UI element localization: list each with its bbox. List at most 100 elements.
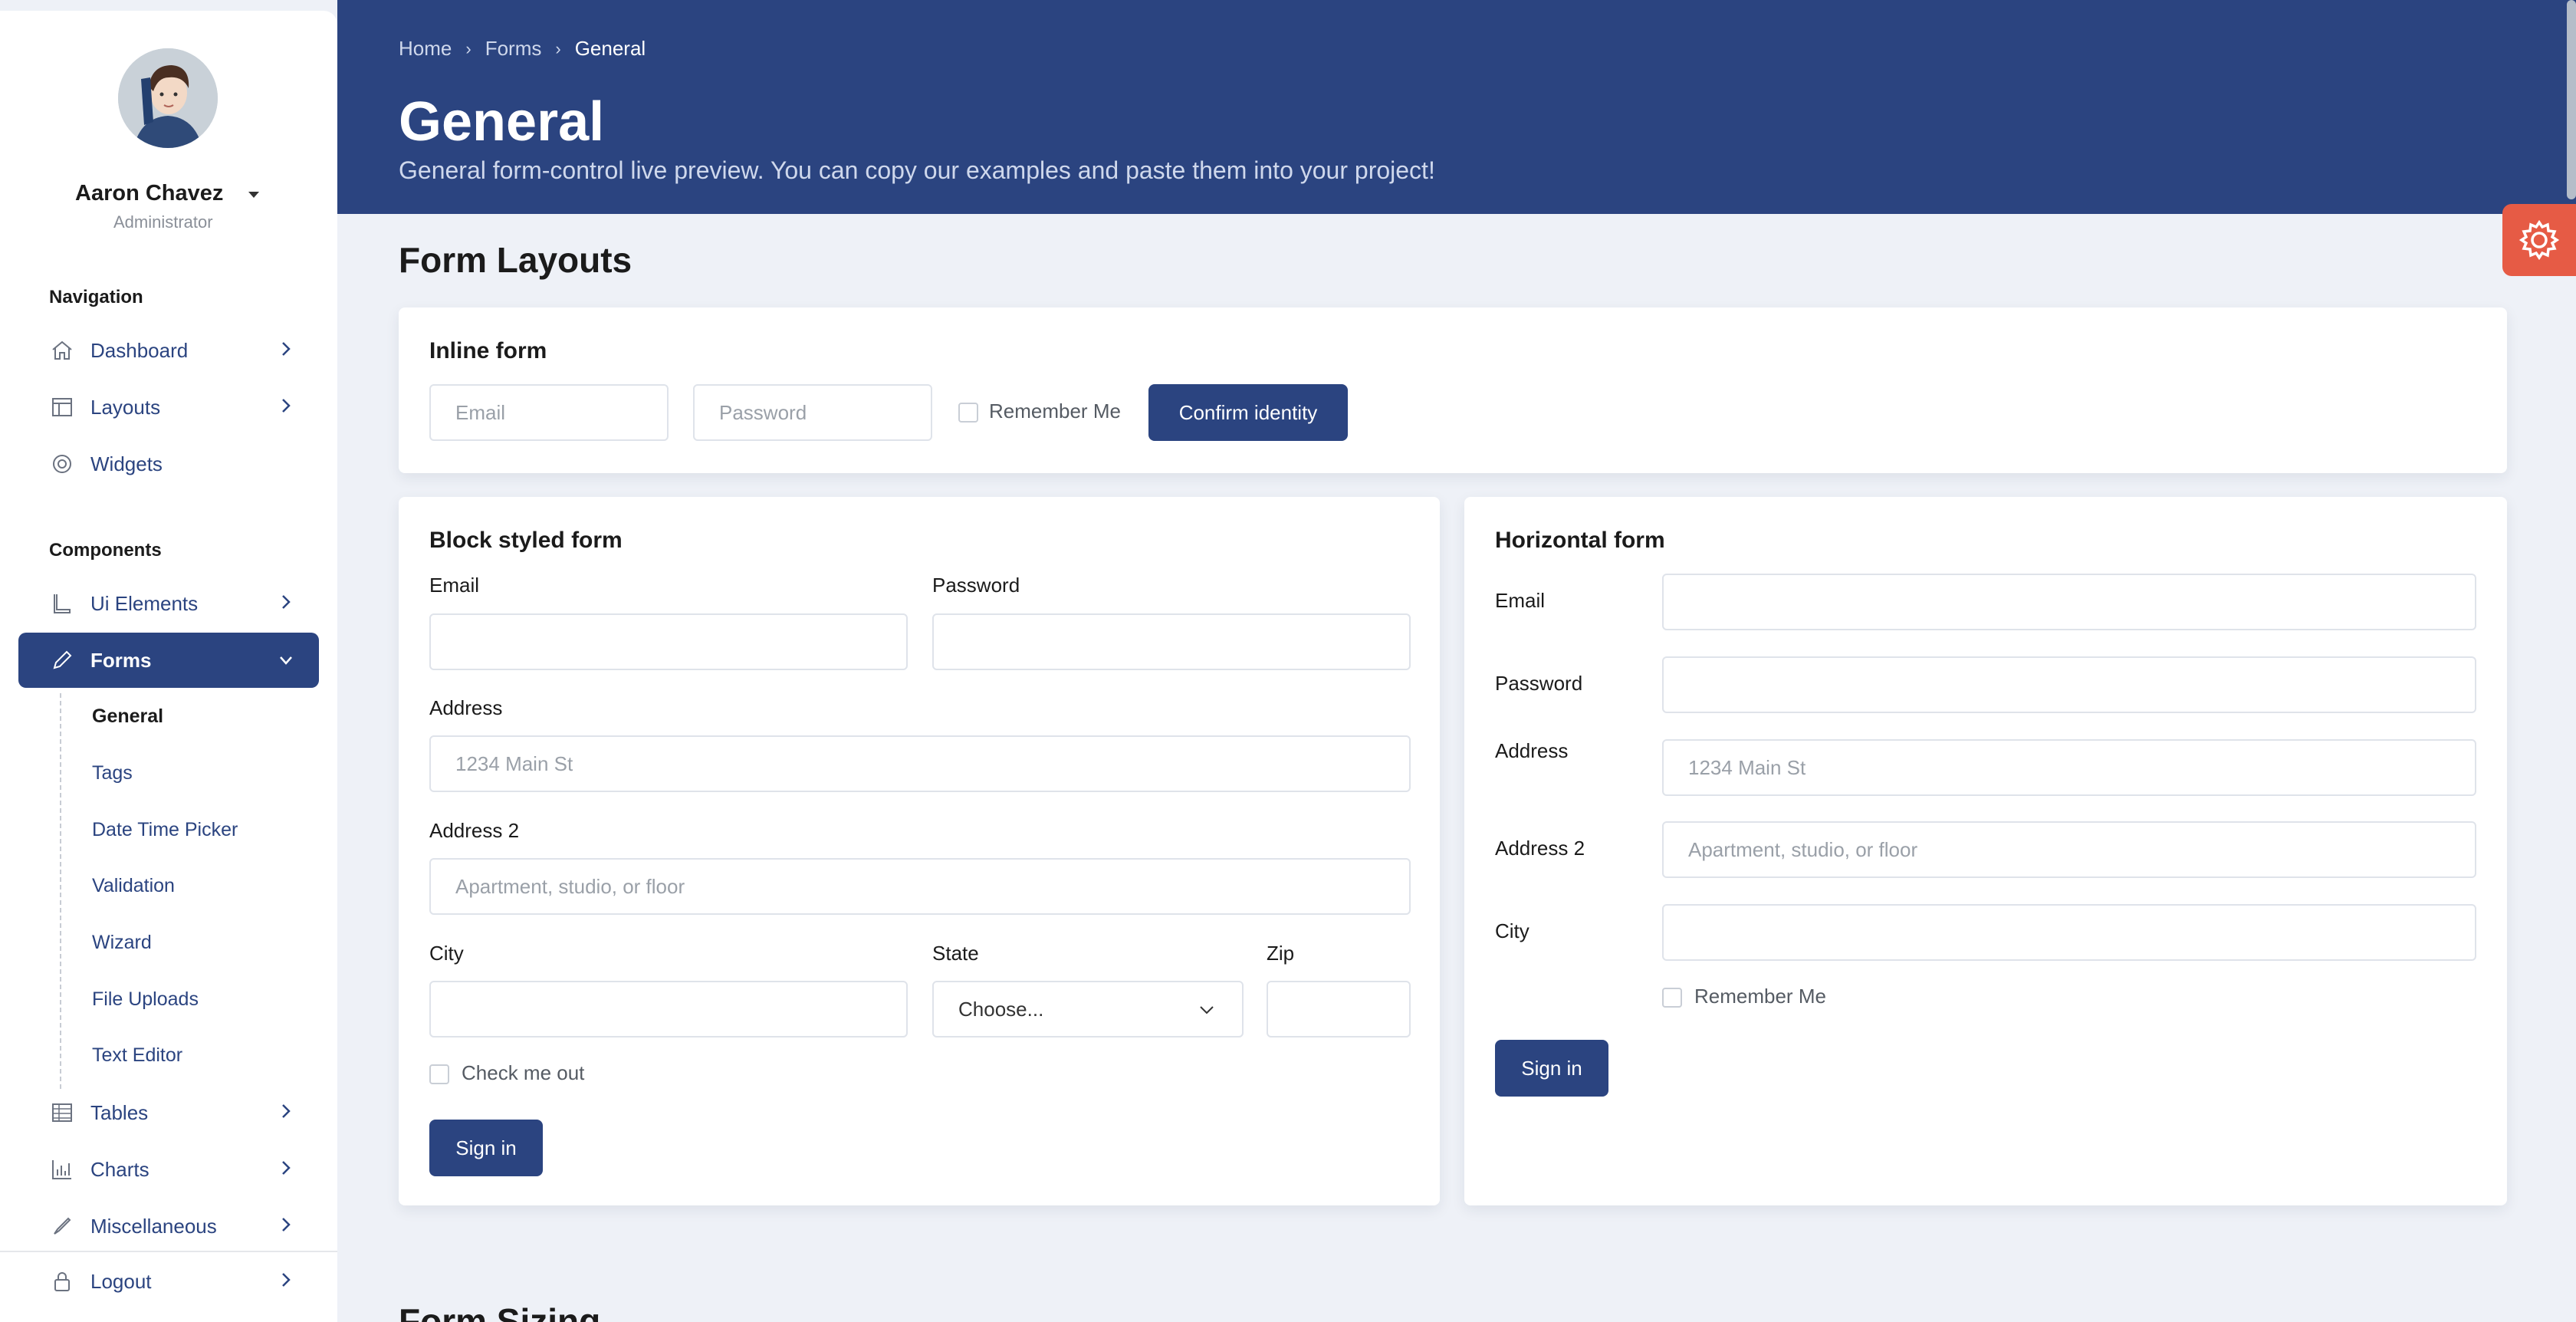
avatar[interactable]	[118, 48, 218, 148]
state-select[interactable]: Choose...	[932, 981, 1244, 1038]
city-label: City	[429, 942, 464, 965]
pencil-icon	[49, 647, 75, 673]
sidebar-item-logout[interactable]: Logout	[18, 1254, 319, 1309]
components-section-title: Components	[49, 540, 162, 561]
lock-icon	[49, 1268, 75, 1294]
card-title: Inline form	[429, 338, 547, 363]
sidebar-item-label: Miscellaneous	[90, 1214, 217, 1238]
sub-item-date-time-picker[interactable]: Date Time Picker	[92, 819, 238, 841]
user-menu-caret-icon[interactable]	[248, 192, 259, 198]
block-address-input[interactable]	[429, 735, 1411, 792]
scrollbar[interactable]	[2567, 0, 2576, 199]
chevron-right-icon	[282, 342, 291, 356]
check-me-out-label[interactable]: Check me out	[462, 1061, 584, 1085]
brush-icon	[49, 1213, 75, 1239]
chevron-right-icon: ›	[465, 38, 472, 58]
block-password-input[interactable]	[932, 613, 1411, 670]
chevron-right-icon	[282, 1161, 291, 1175]
sidebar-item-charts[interactable]: Charts	[18, 1142, 319, 1197]
chevron-right-icon	[282, 1273, 291, 1287]
avatar-icon	[118, 48, 218, 148]
card-title: Horizontal form	[1495, 528, 1665, 553]
sidebar-item-forms[interactable]: Forms	[18, 633, 319, 688]
address2-label: Address 2	[1495, 837, 1585, 860]
breadcrumb-home[interactable]: Home	[399, 37, 452, 61]
state-select-value: Choose...	[958, 997, 1044, 1021]
breadcrumb-forms[interactable]: Forms	[485, 37, 542, 61]
state-label: State	[932, 942, 979, 965]
home-icon	[49, 337, 75, 363]
block-zip-input[interactable]	[1267, 981, 1411, 1038]
sidebar-item-ui-elements[interactable]: Ui Elements	[18, 576, 319, 631]
table-icon	[49, 1100, 75, 1126]
breadcrumb-current: General	[574, 37, 646, 60]
address-label: Address	[429, 696, 503, 719]
horizontal-form-card: Horizontal form Email Password Address A…	[1464, 497, 2507, 1205]
confirm-identity-button[interactable]: Confirm identity	[1148, 384, 1348, 441]
horizontal-email-input[interactable]	[1662, 574, 2476, 630]
chevron-right-icon	[282, 399, 291, 413]
horizontal-city-input[interactable]	[1662, 904, 2476, 961]
page-title: General	[399, 91, 605, 153]
block-city-input[interactable]	[429, 981, 908, 1038]
sidebar-item-label: Logout	[90, 1269, 152, 1293]
sub-item-text-editor[interactable]: Text Editor	[92, 1044, 182, 1067]
email-label: Email	[429, 574, 480, 597]
horizontal-remember-checkbox[interactable]	[1662, 988, 1682, 1008]
section-title-form-sizing: Form Sizing	[399, 1301, 601, 1322]
sidebar-item-label: Layouts	[90, 395, 161, 419]
inline-form-card: Inline form Remember Me Confirm identity	[399, 307, 2507, 473]
sidebar-item-label: Forms	[90, 648, 152, 672]
horizontal-address2-input[interactable]	[1662, 821, 2476, 878]
subnav-divider	[60, 693, 61, 1089]
page-subtitle: General form-control live preview. You c…	[399, 156, 1435, 184]
nav-section-title: Navigation	[49, 287, 143, 307]
chevron-right-icon	[282, 595, 291, 609]
section-title-form-layouts: Form Layouts	[399, 240, 632, 280]
block-form-card: Block styled form Email Password Address…	[399, 497, 1440, 1205]
sidebar-item-miscellaneous[interactable]: Miscellaneous	[18, 1199, 319, 1254]
boot-icon	[49, 590, 75, 617]
chevron-down-icon	[1200, 1006, 1214, 1015]
sub-item-wizard[interactable]: Wizard	[92, 932, 152, 954]
check-me-out-checkbox[interactable]	[429, 1064, 449, 1084]
horizontal-sign-in-button[interactable]: Sign in	[1495, 1040, 1608, 1097]
sidebar-item-label: Tables	[90, 1100, 149, 1124]
address-label: Address	[1495, 739, 1569, 762]
sidebar: Aaron Chavez Administrator Navigation Da…	[0, 11, 337, 1322]
horizontal-address-input[interactable]	[1662, 739, 2476, 796]
sidebar-item-dashboard[interactable]: Dashboard	[18, 323, 319, 378]
sidebar-item-label: Widgets	[90, 452, 163, 475]
sidebar-item-tables[interactable]: Tables	[18, 1085, 319, 1140]
sidebar-item-label: Dashboard	[90, 338, 189, 362]
zip-label: Zip	[1267, 942, 1295, 965]
remember-me-label[interactable]: Remember Me	[989, 400, 1121, 423]
settings-button[interactable]	[2502, 204, 2576, 276]
card-title: Block styled form	[429, 528, 623, 553]
block-address2-input[interactable]	[429, 858, 1411, 915]
inline-password-input[interactable]	[693, 384, 932, 441]
sub-item-file-uploads[interactable]: File Uploads	[92, 988, 199, 1011]
gear-icon	[2518, 219, 2560, 261]
block-email-input[interactable]	[429, 613, 908, 670]
remember-me-checkbox[interactable]	[958, 403, 978, 423]
sidebar-item-label: Ui Elements	[90, 591, 199, 615]
chevron-right-icon	[282, 1218, 291, 1232]
widget-icon	[49, 451, 75, 477]
password-label: Password	[932, 574, 1020, 597]
sub-item-validation[interactable]: Validation	[92, 875, 175, 897]
sidebar-divider	[0, 1251, 337, 1252]
sidebar-item-widgets[interactable]: Widgets	[18, 436, 319, 492]
password-label: Password	[1495, 672, 1583, 695]
chevron-right-icon	[282, 1104, 291, 1118]
horizontal-remember-label[interactable]: Remember Me	[1694, 985, 1826, 1008]
block-sign-in-button[interactable]: Sign in	[429, 1120, 543, 1176]
inline-email-input[interactable]	[429, 384, 669, 441]
sub-item-tags[interactable]: Tags	[92, 762, 133, 784]
user-name[interactable]: Aaron Chavez	[75, 181, 223, 206]
email-label: Email	[1495, 589, 1546, 612]
breadcrumb: Home › Forms › General	[399, 37, 646, 61]
sidebar-item-layouts[interactable]: Layouts	[18, 380, 319, 435]
sub-item-general[interactable]: General	[92, 705, 163, 728]
horizontal-password-input[interactable]	[1662, 656, 2476, 713]
